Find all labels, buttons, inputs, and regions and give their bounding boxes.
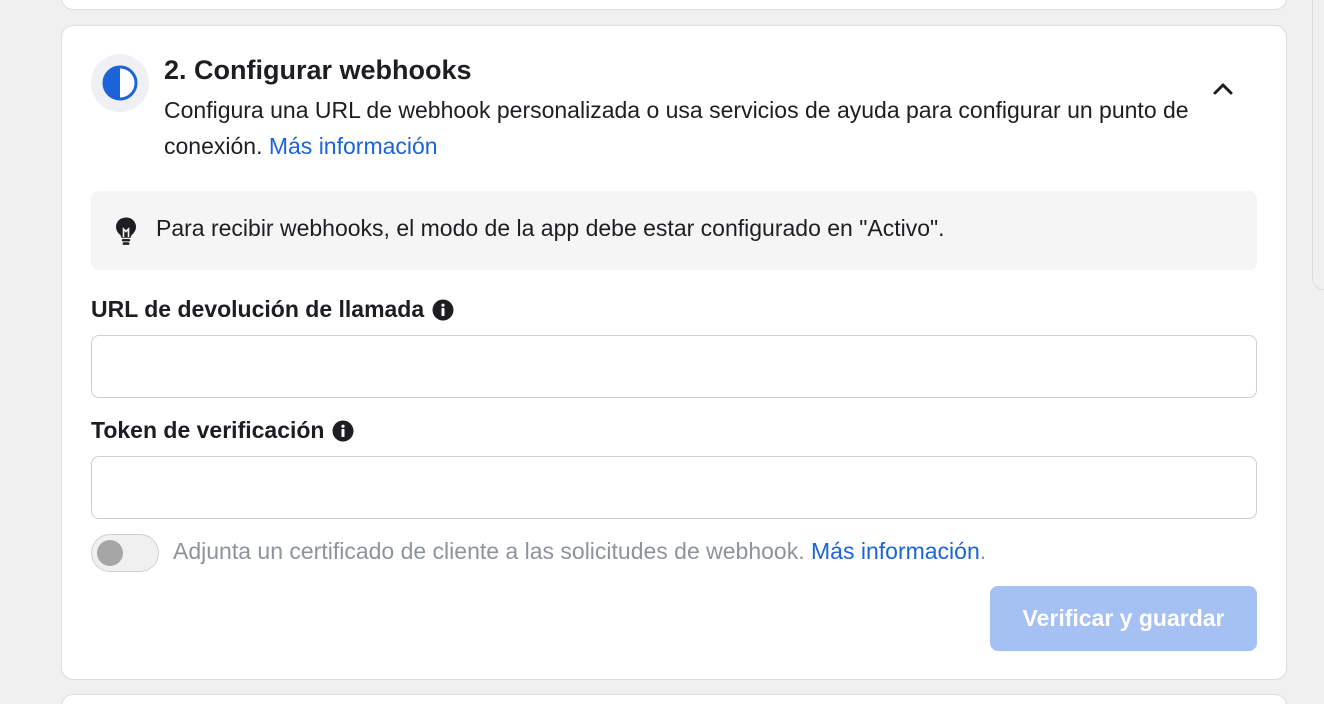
next-step-card (61, 694, 1287, 704)
verify-and-save-button[interactable]: Verificar y guardar (990, 586, 1257, 651)
certificate-learn-more-link[interactable]: Más información (811, 538, 980, 564)
client-certificate-label: Adjunta un certificado de cliente a las … (173, 538, 805, 564)
configure-webhooks-card: 2. Configurar webhooks Configura una URL… (61, 25, 1287, 680)
learn-more-link[interactable]: Más información (269, 133, 438, 159)
info-icon[interactable] (432, 299, 454, 321)
callback-url-input[interactable] (91, 335, 1257, 398)
step-title: 2. Configurar webhooks (164, 55, 472, 85)
lightbulb-icon (116, 217, 136, 245)
step-description: Configura una URL de webhook personaliza… (164, 92, 1204, 164)
verify-token-label-text: Token de verificación (91, 417, 325, 443)
verify-token-input[interactable] (91, 456, 1257, 519)
previous-step-card (61, 0, 1287, 10)
app-mode-notice: Para recibir webhooks, el modo de la app… (91, 191, 1257, 270)
toggle-knob (97, 540, 123, 566)
collapse-button[interactable] (1206, 72, 1240, 106)
callback-url-label: URL de devolución de llamada (91, 296, 454, 323)
chevron-up-icon (1213, 83, 1233, 95)
right-panel-edge (1312, 0, 1324, 290)
callback-url-label-text: URL de devolución de llamada (91, 296, 425, 322)
client-certificate-toggle[interactable] (91, 534, 159, 572)
half-circle-progress-icon (91, 54, 149, 112)
notice-text: Para recibir webhooks, el modo de la app… (156, 215, 945, 241)
certificate-trailing-period: . (979, 538, 987, 564)
verify-token-label: Token de verificación (91, 417, 354, 444)
info-icon[interactable] (332, 420, 354, 442)
client-certificate-text: Adjunta un certificado de cliente a las … (173, 538, 986, 565)
